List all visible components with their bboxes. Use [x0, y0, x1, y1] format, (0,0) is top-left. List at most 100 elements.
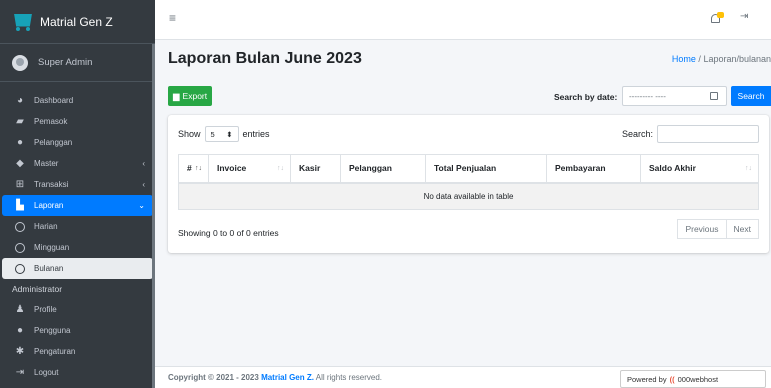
users-icon: ● [16, 325, 24, 336]
powered-by-brand: 000webhost [677, 374, 719, 384]
nav-header-administrator: Administrator [12, 284, 63, 294]
gear-icon: ✱ [15, 346, 25, 357]
powered-by-text: Powered by [627, 374, 667, 384]
sidebar-item-label: Dashboard [34, 96, 74, 105]
sidebar-item-pemasok[interactable]: ▰ Pemasok [2, 111, 153, 132]
sidebar-item-profile[interactable]: ♟ Profile [2, 299, 153, 320]
sidebar-item-transaksi[interactable]: ⊞ Transaksi ‹ [2, 174, 153, 195]
col-header-total-penjualan[interactable]: Total Penjualan [425, 154, 547, 184]
sidebar-item-logout[interactable]: ⇥ Logout [2, 362, 153, 383]
sidebar-item-label: Mingguan [34, 243, 70, 252]
powered-by-badge[interactable]: Powered by (( 000webhost [620, 370, 766, 388]
sidebar-item-label: Profile [34, 305, 57, 314]
search-button[interactable]: Search [731, 86, 771, 106]
sidebar: Matrial Gen Z Super Admin ◕ Dashboard ▰ … [0, 0, 155, 388]
sidebar-item-laporan[interactable]: ▙ Laporan ⌄ [2, 195, 153, 216]
show-label: Show [178, 129, 201, 139]
copyright-text: Copyright © 2021 - 2023 Matrial Gen Z. A… [168, 373, 382, 382]
report-table: # ↑↓ Invoice ↑↓ Kasir Pelanggan Total Penj… [178, 154, 759, 210]
copyright-suffix: All rights reserved. [315, 373, 382, 382]
breadcrumb-current: Laporan/bulanan [703, 54, 771, 64]
sidebar-nav: ◕ Dashboard ▰ Pemasok ● Pelanggan ◆ Mast… [0, 82, 155, 383]
cart-icon [12, 12, 34, 32]
col-header-number[interactable]: # ↑↓ [178, 154, 209, 184]
sidebar-item-label: Laporan [34, 201, 64, 210]
sidebar-item-mingguan[interactable]: Mingguan [2, 237, 153, 258]
col-header-saldo-akhir[interactable]: Saldo Akhir ↑↓ [640, 154, 759, 184]
sidebar-item-label: Transaksi [34, 180, 69, 189]
dashboard-icon: ◕ [16, 95, 24, 106]
topbar: ≡ ⇥ [155, 0, 771, 40]
footer-brand-link[interactable]: Matrial Gen Z. [261, 373, 314, 382]
pagination: Previous Next [677, 219, 759, 239]
user-panel[interactable]: Super Admin [0, 44, 155, 82]
previous-page-button[interactable]: Previous [677, 219, 727, 239]
user-icon: ♟ [15, 304, 25, 315]
chevron-left-icon: ‹ [142, 180, 145, 189]
avatar [12, 54, 28, 71]
chevron-left-icon: ‹ [142, 159, 145, 168]
date-input[interactable]: --------- ---- [622, 86, 727, 106]
report-toolbar: ▆ Export Search by date: --------- ---- … [168, 86, 771, 108]
webhost-logo-icon: (( [669, 374, 675, 384]
table-search-label: Search: [621, 129, 653, 139]
table-search-input[interactable] [657, 125, 759, 143]
page-length-control: Show 5 ⬍ entries [178, 126, 270, 142]
next-page-button[interactable]: Next [726, 219, 759, 239]
sidebar-item-label: Pengaturan [34, 347, 76, 356]
breadcrumb: Home / Laporan/bulanan [672, 54, 771, 64]
box-icon: ◆ [16, 158, 24, 169]
cart-icon: ⊞ [15, 179, 25, 190]
user-name: Super Admin [38, 57, 93, 68]
chevron-down-icon: ⌄ [138, 201, 145, 210]
table-filter: Search: [622, 125, 759, 143]
sidebar-item-pelanggan[interactable]: ● Pelanggan [2, 132, 153, 153]
sidebar-item-label: Pemasok [34, 117, 68, 126]
sidebar-item-pengguna[interactable]: ● Pengguna [2, 320, 153, 341]
logout-icon: ⇥ [15, 367, 25, 378]
sidebar-scrollbar[interactable] [152, 44, 155, 388]
entries-label: entries [242, 129, 270, 139]
select-arrows-icon: ⬍ [226, 129, 233, 139]
bell-icon[interactable] [710, 12, 724, 26]
export-button[interactable]: ▆ Export [168, 86, 213, 106]
search-by-date-label: Search by date: [554, 92, 618, 102]
sidebar-item-label: Pelanggan [34, 138, 73, 147]
col-header-pelanggan[interactable]: Pelanggan [340, 154, 426, 184]
sidebar-item-label: Pengguna [34, 326, 71, 335]
table-row: No data available in table [178, 182, 759, 210]
breadcrumb-home-link[interactable]: Home [672, 54, 696, 64]
sidebar-item-label: Master [34, 159, 59, 168]
notification-badge [717, 12, 724, 18]
calendar-icon[interactable] [710, 92, 718, 100]
col-header-kasir[interactable]: Kasir [290, 154, 341, 184]
sidebar-item-pengaturan[interactable]: ✱ Pengaturan [2, 341, 153, 362]
empty-table-message: No data available in table [178, 182, 759, 210]
logout-icon[interactable]: ⇥ [740, 11, 748, 22]
sort-icon: ↑↓ [277, 165, 284, 172]
export-label: Export [182, 91, 208, 101]
col-header-pembayaran[interactable]: Pembayaran [546, 154, 641, 184]
sidebar-item-master[interactable]: ◆ Master ‹ [2, 153, 153, 174]
sidebar-item-label: Bulanan [34, 264, 64, 273]
table-header-row: # ↑↓ Invoice ↑↓ Kasir Pelanggan Total Penj… [178, 154, 759, 184]
content-header: Laporan Bulan June 2023 Home / Laporan/b… [168, 50, 771, 74]
page-length-select[interactable]: 5 ⬍ [204, 126, 239, 142]
sidebar-item-label: Harian [34, 222, 58, 231]
sidebar-item-bulanan[interactable]: Bulanan [2, 258, 153, 279]
col-header-invoice[interactable]: Invoice ↑↓ [208, 154, 291, 184]
truck-icon: ▰ [16, 116, 24, 127]
hamburger-menu-icon[interactable]: ≡ [169, 11, 176, 25]
circle-icon [14, 242, 26, 253]
circle-icon [14, 221, 26, 232]
truck-loading-icon: ▙ [16, 200, 24, 211]
brand-link[interactable]: Matrial Gen Z [0, 0, 155, 44]
page-length-value: 5 [210, 129, 215, 139]
sort-asc-icon: ↑↓ [195, 165, 202, 172]
report-card: Show 5 ⬍ entries Search: # ↑↓ Invoice ↑↓ K… [168, 115, 769, 253]
sidebar-item-harian[interactable]: Harian [2, 216, 153, 237]
brand-name: Matrial Gen Z [40, 14, 113, 29]
breadcrumb-separator: / [698, 54, 701, 64]
sidebar-item-dashboard[interactable]: ◕ Dashboard [2, 90, 153, 111]
file-excel-icon: ▆ [173, 90, 180, 101]
